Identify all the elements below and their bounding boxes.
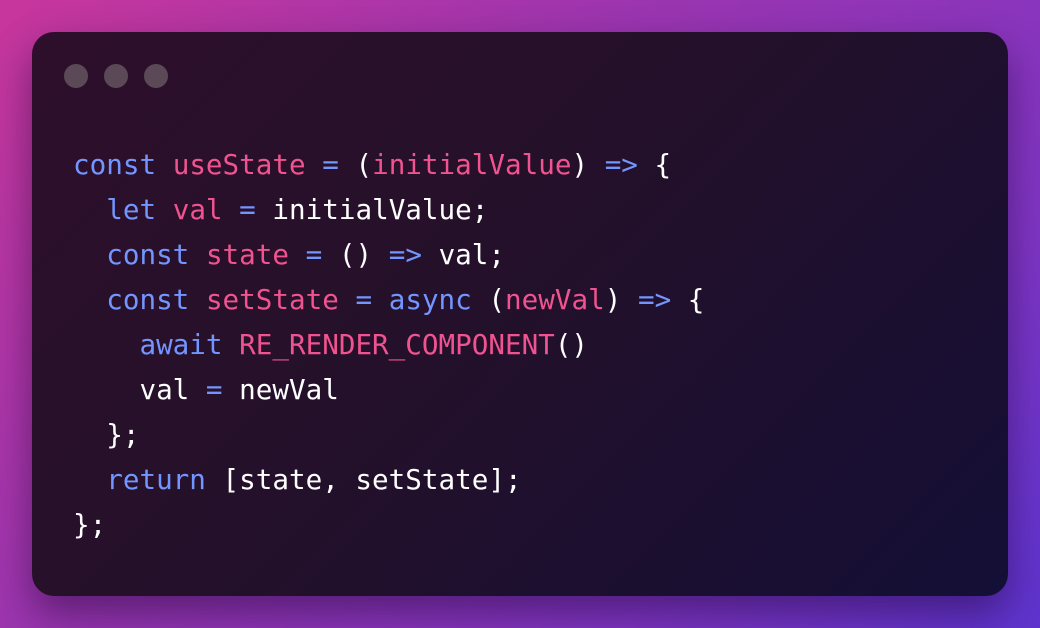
window-dot-icon <box>64 64 88 88</box>
code-token: setState <box>205 283 339 316</box>
code-token: let <box>106 193 157 226</box>
code-token: = <box>322 148 339 181</box>
code-token: ( <box>471 283 506 316</box>
code-token: = <box>205 373 223 406</box>
window-controls <box>64 64 168 88</box>
code-token: val; <box>421 238 506 271</box>
code-window: const useState = (initialValue) => { let… <box>32 32 1008 596</box>
code-token: useState <box>172 148 306 181</box>
code-block: const useState = (initialValue) => { let… <box>73 142 704 547</box>
code-line: }; <box>73 502 704 547</box>
code-token: const <box>106 238 190 271</box>
code-line: val = newVal <box>73 367 704 412</box>
code-line: const state = () => val; <box>73 232 704 277</box>
code-line: await RE_RENDER_COMPONENT() <box>73 322 704 367</box>
code-token: await <box>139 328 223 361</box>
code-token: ) <box>571 148 605 181</box>
code-token: => <box>637 283 672 316</box>
code-token: => <box>388 238 422 271</box>
code-token: = <box>305 238 323 271</box>
code-token: val <box>73 373 206 406</box>
code-token: const <box>106 283 190 316</box>
window-dot-icon <box>104 64 128 88</box>
window-dot-icon <box>144 64 168 88</box>
code-line: }; <box>73 412 704 457</box>
code-token: return <box>106 463 206 496</box>
code-line: return [state, setState]; <box>73 457 704 502</box>
code-token: }; <box>73 508 107 541</box>
code-token: () <box>322 238 389 271</box>
code-token: RE_RENDER_COMPONENT <box>239 328 555 361</box>
code-token: initialValue; <box>255 193 489 226</box>
code-token: [state, setState]; <box>205 463 522 496</box>
code-token: initialValue <box>372 148 572 181</box>
code-token: () <box>554 328 589 361</box>
code-token: newVal <box>505 283 605 316</box>
code-token: state <box>205 238 290 271</box>
code-token: => <box>604 148 638 181</box>
code-token: async <box>388 283 472 316</box>
code-token: newVal <box>222 373 339 406</box>
code-token: = <box>239 193 256 226</box>
code-token: { <box>671 283 705 316</box>
code-line: let val = initialValue; <box>73 187 704 232</box>
code-token: val <box>172 193 223 226</box>
code-token: ) <box>604 283 638 316</box>
code-token: { <box>637 148 672 181</box>
code-token: const <box>73 148 157 181</box>
code-token: }; <box>73 418 140 451</box>
code-line: const setState = async (newVal) => { <box>73 277 704 322</box>
code-token: ( <box>338 148 373 181</box>
code-token: = <box>355 283 373 316</box>
code-line: const useState = (initialValue) => { <box>73 142 704 187</box>
